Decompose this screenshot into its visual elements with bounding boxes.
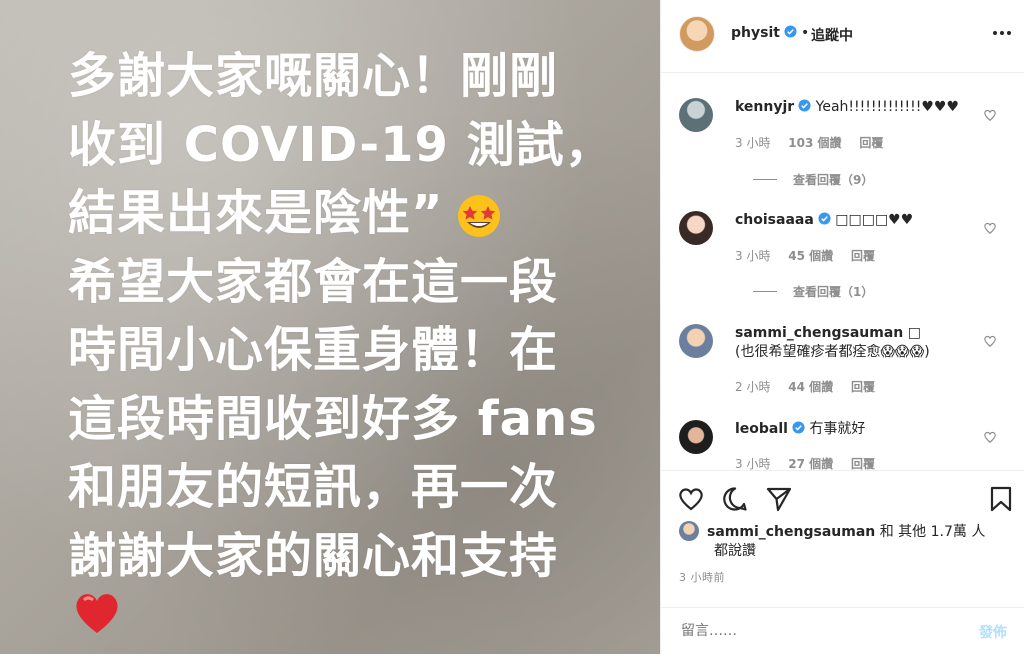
comment-time: 3 小時 — [735, 249, 771, 263]
add-comment-bar: 發佈 — [661, 607, 1024, 656]
comment-body: sammi_chengsauman □ (也很希望確疹者都痊愈😱😱😱) — [735, 324, 975, 362]
reply-button[interactable]: 回覆 — [859, 136, 883, 150]
save-bookmark-icon[interactable] — [987, 485, 1015, 513]
like-comment-heart-icon[interactable] — [983, 334, 997, 348]
story-line: 謝謝大家的關心和支持 — [68, 527, 559, 584]
replies-line — [753, 291, 777, 292]
verified-badge-icon — [818, 212, 831, 225]
verified-badge-icon — [792, 421, 805, 434]
like-comment-heart-icon[interactable] — [983, 108, 997, 122]
commenter-username[interactable]: leoball — [735, 421, 788, 437]
comment-body: kennyjr Yeah!!!!!!!!!!!!!♥♥♥ — [735, 98, 975, 117]
replies-line — [753, 179, 777, 180]
author-username-text[interactable]: physit — [731, 25, 780, 41]
like-comment-heart-icon[interactable] — [983, 221, 997, 235]
story-line: 時間小心保重身體！在 — [68, 322, 559, 378]
comment-time: 3 小時 — [735, 136, 771, 150]
red-heart-icon — [76, 594, 118, 633]
comment-bubble-icon[interactable] — [721, 485, 749, 513]
comment-text: 冇事就好 — [809, 421, 866, 437]
comment-likes[interactable]: 45 個讚 — [788, 249, 833, 263]
comment-meta: 3 小時 103 個讚 回覆 — [735, 134, 897, 151]
comment-text: □ — [907, 325, 921, 341]
following-button[interactable]: 追蹤中 — [811, 25, 853, 45]
author-username[interactable]: physit — [731, 25, 797, 41]
likes-count-text[interactable]: 和 其他 1.7萬 人 — [875, 524, 986, 540]
story-text: 多謝大家嘅關心！剛剛 收到 COVID-19 測試， 結果出來是陰性” 希望大家… — [68, 42, 628, 590]
verified-badge-icon — [784, 25, 797, 38]
share-paper-plane-icon[interactable] — [765, 485, 793, 513]
commenter-avatar[interactable] — [679, 98, 713, 132]
likes-suffix: 都說讚 — [714, 543, 756, 559]
comment-time: 2 小時 — [735, 380, 771, 394]
more-options-icon[interactable] — [991, 22, 1013, 44]
liker-username[interactable]: sammi_chengsauman — [707, 524, 875, 540]
comment-text: □□□□♥♥ — [835, 212, 914, 228]
comment-meta: 2 小時 44 個讚 回覆 — [735, 378, 889, 395]
commenter-avatar[interactable] — [679, 324, 713, 358]
like-comment-heart-icon[interactable] — [983, 430, 997, 444]
commenter-username[interactable]: sammi_chengsauman — [735, 325, 903, 341]
view-replies-label[interactable]: 查看回覆（1） — [793, 285, 873, 299]
post-panel: physit • 追蹤中 kennyjr Yeah!!!!!!!!!!!!!♥♥… — [660, 0, 1024, 655]
comment-body: leoball 冇事就好 — [735, 420, 975, 439]
commenter-username[interactable]: kennyjr — [735, 99, 794, 115]
comment-text-line2: (也很希望確疹者都痊愈😱😱😱) — [735, 344, 930, 360]
story-line: 這段時間收到好多 fans — [68, 390, 598, 447]
reply-button[interactable]: 回覆 — [851, 457, 875, 471]
view-replies-label[interactable]: 查看回覆（9） — [793, 173, 873, 187]
story-line: 多謝大家嘅關心！剛剛 — [68, 48, 559, 104]
post-comment-button[interactable]: 發佈 — [979, 622, 1007, 642]
liker-avatar[interactable] — [679, 521, 699, 541]
reply-button[interactable]: 回覆 — [851, 249, 875, 263]
comment-likes[interactable]: 27 個讚 — [788, 457, 833, 471]
action-bar: sammi_chengsauman 和 其他 1.7萬 人 都說讚 3 小時前 … — [661, 470, 1024, 655]
comment-likes[interactable]: 103 個讚 — [788, 136, 841, 150]
comment-text: Yeah!!!!!!!!!!!!!♥♥♥ — [815, 99, 960, 115]
star-struck-emoji-icon — [458, 195, 500, 237]
comment-input[interactable] — [679, 622, 943, 640]
comment-time: 3 小時 — [735, 457, 771, 471]
commenter-username[interactable]: choisaaaa — [735, 212, 814, 228]
author-avatar[interactable] — [679, 16, 715, 52]
comment-meta: 3 小時 45 個讚 回覆 — [735, 247, 889, 264]
story-image: 多謝大家嘅關心！剛剛 收到 COVID-19 測試， 結果出來是陰性” 希望大家… — [0, 0, 660, 654]
comment-likes[interactable]: 44 個讚 — [788, 380, 833, 394]
story-line: 和朋友的短訊，再一次 — [68, 459, 559, 515]
like-heart-icon[interactable] — [677, 485, 705, 513]
story-line: 結果出來是陰性” — [68, 185, 444, 241]
story-line: 希望大家都會在這一段 — [68, 253, 559, 310]
story-line: 收到 COVID-19 測試， — [68, 116, 614, 173]
commenter-avatar[interactable] — [679, 420, 713, 454]
view-replies-button[interactable]: 查看回覆（9） — [753, 171, 873, 188]
commenter-avatar[interactable] — [679, 211, 713, 245]
separator-dot: • — [801, 25, 810, 41]
comment-body: choisaaaa □□□□♥♥ — [735, 211, 975, 230]
view-replies-button[interactable]: 查看回覆（1） — [753, 283, 873, 300]
likes-summary: sammi_chengsauman 和 其他 1.7萬 人 都說讚 — [679, 521, 999, 561]
post-timestamp[interactable]: 3 小時前 — [679, 569, 725, 585]
verified-badge-icon — [798, 99, 811, 112]
reply-button[interactable]: 回覆 — [851, 380, 875, 394]
post-header: physit • 追蹤中 — [661, 0, 1024, 73]
